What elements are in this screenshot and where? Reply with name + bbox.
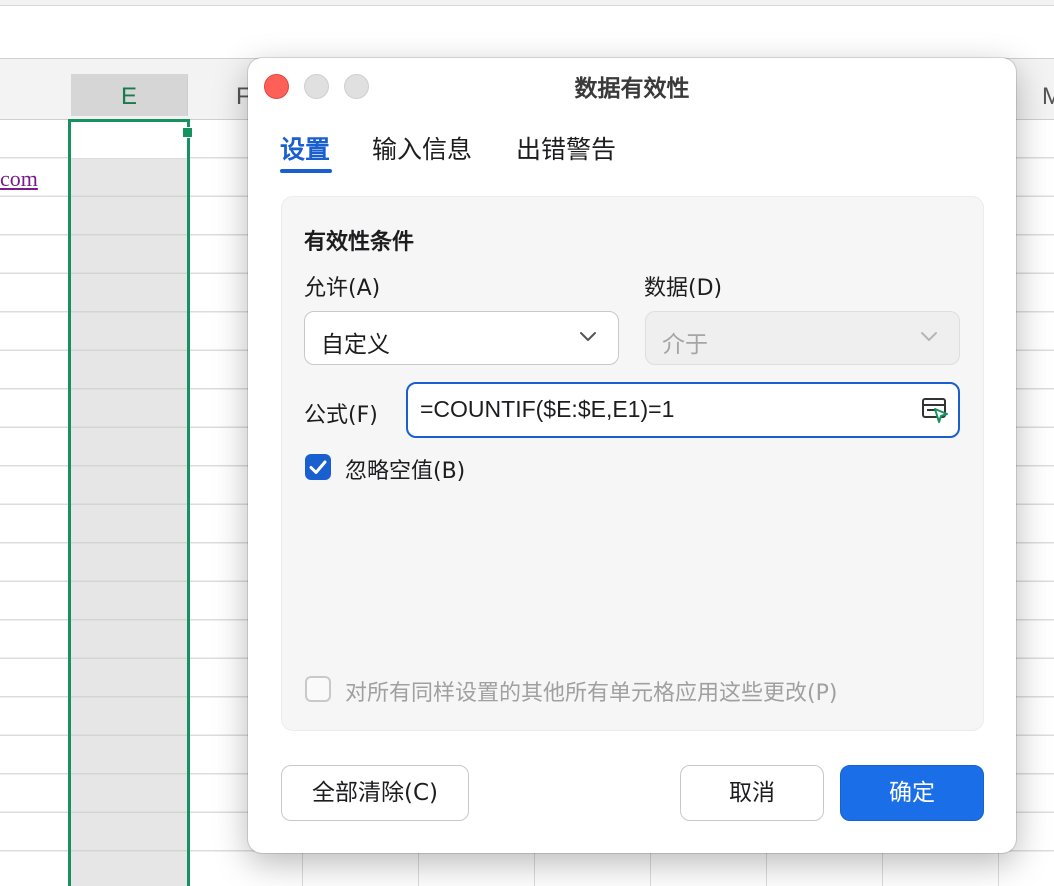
ignore-blank-checkbox[interactable]: [305, 454, 331, 480]
chevron-down-icon: [921, 332, 937, 341]
formula-input-value: =COUNTIF($E:$E,E1)=1: [420, 396, 675, 422]
apply-all-checkbox[interactable]: [305, 676, 331, 702]
cell-hyperlink[interactable]: com: [0, 166, 38, 192]
ignore-blank-label[interactable]: 忽略空值(B): [345, 453, 465, 485]
formula-input[interactable]: =COUNTIF($E:$E,E1)=1: [406, 382, 960, 438]
formula-bar-area[interactable]: [0, 6, 1054, 59]
dialog-title: 数据有效性: [574, 76, 690, 102]
allow-select[interactable]: 自定义: [304, 311, 619, 365]
tab-error-alert[interactable]: 出错警告: [516, 130, 616, 166]
cancel-button[interactable]: 取消: [680, 765, 824, 821]
tab-input-message[interactable]: 输入信息: [372, 130, 472, 166]
cell-picker-icon[interactable]: [920, 395, 950, 425]
data-label: 数据(D): [644, 276, 723, 301]
allow-label: 允许(A): [304, 276, 381, 301]
column-header-m[interactable]: M: [1042, 74, 1054, 116]
data-select: 介于: [645, 311, 960, 365]
fill-handle[interactable]: [182, 127, 193, 138]
validation-criteria-heading: 有效性条件: [304, 230, 415, 255]
clear-all-button[interactable]: 全部清除(C): [281, 765, 469, 821]
formula-label: 公式(F): [304, 403, 378, 428]
ok-button[interactable]: 确定: [840, 765, 984, 821]
data-validation-dialog: 数据有效性 设置 输入信息 出错警告 有效性条件 允许(A) 数据(D) 自定义…: [248, 58, 1016, 853]
data-select-value: 介于: [662, 332, 708, 358]
chevron-down-icon: [580, 332, 596, 341]
allow-select-value: 自定义: [321, 332, 390, 358]
tab-settings[interactable]: 设置: [280, 130, 330, 166]
column-divider[interactable]: [187, 74, 188, 116]
checkmark-icon: [309, 460, 327, 474]
active-tab-indicator: [280, 169, 332, 173]
apply-all-label[interactable]: 对所有同样设置的其他所有单元格应用这些更改(P): [345, 675, 837, 707]
column-header-e[interactable]: E: [71, 74, 187, 116]
column-selection-border: [68, 119, 190, 886]
